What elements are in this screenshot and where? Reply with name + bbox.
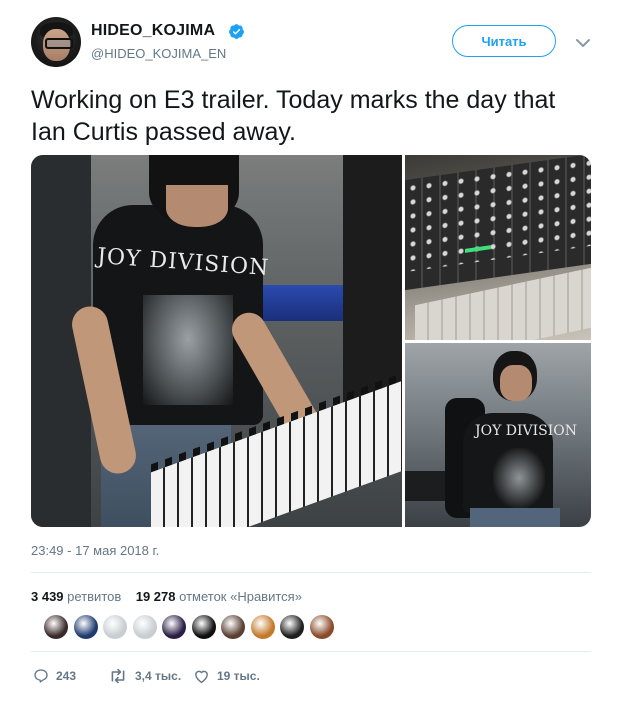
photo-jeans (470, 508, 560, 527)
divider (31, 651, 591, 652)
reply-icon (34, 669, 48, 683)
verified-badge-icon (229, 24, 244, 39)
photo-mixing-console[interactable] (405, 155, 591, 340)
liker-avatar[interactable] (103, 615, 127, 639)
photo-kojima-playing-keyboard[interactable]: JOY DIVISION (31, 155, 402, 527)
reply-count: 243 (56, 669, 77, 683)
reply-action[interactable]: 243 (33, 668, 76, 684)
liker-avatar[interactable] (132, 615, 157, 639)
photo-shirt-print (143, 295, 233, 405)
liker-avatar[interactable] (280, 615, 304, 639)
tweet-stats: 3 439 ретвитов 19 278 отметок «Нравится» (31, 589, 302, 604)
tweet-media-grid: JOY DIVISION JOY DIVISION (31, 155, 591, 527)
author-avatar[interactable] (31, 17, 81, 67)
heart-icon (195, 670, 208, 684)
likes-count[interactable]: 19 278 (136, 589, 176, 604)
tweet-timestamp[interactable]: 23:49 - 17 мая 2018 г. (31, 543, 159, 558)
retweet-icon (111, 668, 125, 684)
photo-kojima-seated[interactable]: JOY DIVISION (405, 343, 591, 527)
photo-shirt-print (493, 448, 545, 508)
retweets-label[interactable]: ретвитов (67, 589, 121, 604)
photo-face (500, 365, 532, 401)
retweet-count: 3,4 тыс. (135, 669, 182, 683)
author-display-name[interactable]: HIDEO_KOJIMA (91, 22, 215, 40)
tweet-text: Working on E3 trailer. Today marks the d… (31, 86, 556, 146)
liker-avatar[interactable] (73, 615, 98, 639)
chevron-down-icon[interactable] (575, 38, 591, 48)
liker-avatar[interactable] (221, 615, 245, 639)
liker-avatar[interactable] (191, 615, 216, 639)
liker-avatar[interactable] (250, 615, 275, 639)
photo-shirt-text: JOY DIVISION (475, 423, 578, 439)
liker-avatar[interactable] (162, 615, 186, 639)
author-handle[interactable]: @HIDEO_KOJIMA_EN (91, 46, 226, 61)
photo-face (166, 185, 228, 227)
photo-synth (256, 285, 346, 321)
likes-label[interactable]: отметок «Нравится» (179, 589, 302, 604)
liker-avatar[interactable] (309, 615, 334, 639)
retweets-count[interactable]: 3 439 (31, 589, 64, 604)
like-count: 19 тыс. (217, 669, 260, 683)
follow-button[interactable]: Читать (452, 25, 556, 57)
like-action[interactable]: 19 тыс. (193, 668, 260, 684)
avatar-glasses (45, 38, 73, 49)
divider (31, 572, 591, 573)
retweet-action[interactable]: 3,4 тыс. (108, 668, 181, 684)
liker-avatar[interactable] (44, 615, 68, 639)
